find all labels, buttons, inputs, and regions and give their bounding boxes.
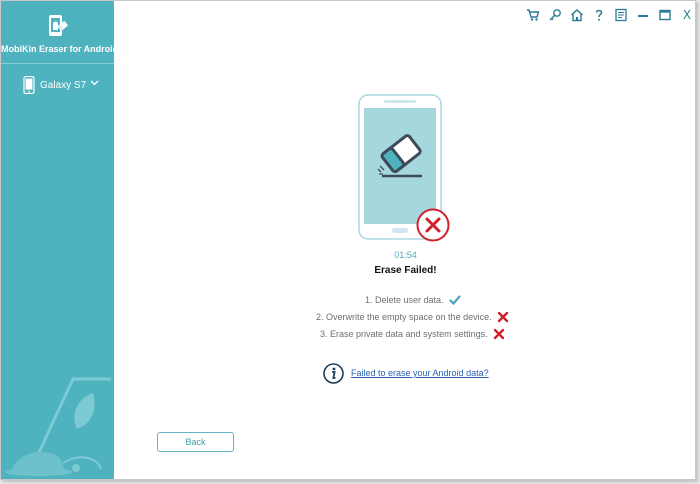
register-button[interactable]	[548, 8, 562, 22]
app-title: MobiKin Eraser for Android	[1, 44, 114, 54]
device-selector[interactable]: Galaxy S7	[23, 75, 99, 95]
close-icon: X	[682, 8, 692, 22]
phone-icon	[23, 76, 35, 94]
back-button[interactable]: Back	[157, 432, 234, 452]
maximize-icon	[659, 9, 671, 21]
eraser-illustration	[5, 377, 111, 476]
cross-icon	[497, 311, 508, 323]
info-icon	[323, 362, 344, 384]
chevron-down-icon	[90, 80, 99, 85]
home-button[interactable]	[570, 8, 584, 22]
step-3: 3. Erase private data and system setting…	[320, 327, 695, 341]
step-label: 1. Delete user data.	[365, 295, 444, 305]
minimize-icon	[638, 15, 648, 17]
status-title: Erase Failed!	[374, 265, 437, 276]
help-link-row: Failed to erase your Android data?	[323, 362, 489, 384]
check-icon	[448, 295, 461, 306]
step-label: 3. Erase private data and system setting…	[320, 329, 488, 339]
step-2: 2. Overwrite the empty space on the devi…	[316, 310, 695, 324]
buy-button[interactable]	[526, 8, 540, 22]
erase-timer: 01:54	[394, 250, 417, 260]
feedback-button[interactable]	[614, 8, 628, 22]
help-button[interactable]	[592, 8, 606, 22]
home-icon	[571, 9, 583, 22]
sidebar: MobiKin Eraser for Android Galaxy S7	[1, 1, 114, 479]
maximize-button[interactable]	[658, 8, 672, 22]
step-1: 1. Delete user data.	[365, 293, 695, 307]
failed-badge-icon	[416, 208, 450, 242]
help-icon	[595, 9, 603, 21]
step-label: 2. Overwrite the empty space on the devi…	[316, 312, 492, 322]
window-toolbar: X	[526, 7, 695, 23]
cross-icon	[493, 328, 504, 340]
sidebar-divider	[1, 63, 114, 64]
close-button[interactable]: X	[680, 8, 694, 22]
feedback-icon	[615, 8, 627, 22]
cart-icon	[527, 9, 540, 21]
device-name: Galaxy S7	[40, 79, 87, 91]
minimize-button[interactable]	[636, 8, 650, 22]
app-window: MobiKin Eraser for Android Galaxy S7 X 0…	[0, 0, 696, 480]
android-eraser-icon	[49, 15, 68, 36]
key-icon	[549, 9, 561, 21]
failed-help-link[interactable]: Failed to erase your Android data?	[351, 368, 489, 378]
